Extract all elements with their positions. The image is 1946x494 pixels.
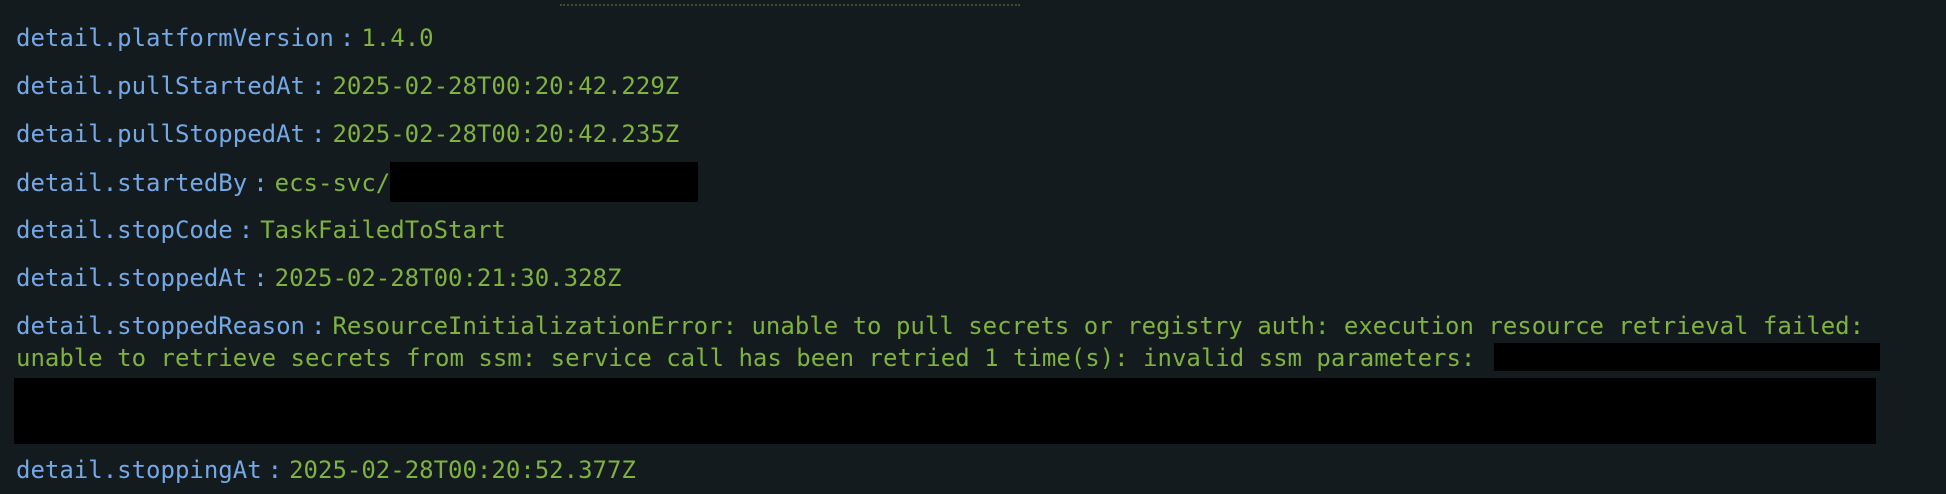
field-separator: : <box>339 24 355 52</box>
field-separator: : <box>310 72 326 100</box>
field-key[interactable]: detail.stoppingAt <box>16 456 262 484</box>
field-key[interactable]: detail.stopCode <box>16 216 233 244</box>
field-separator: : <box>253 264 268 292</box>
field-stop-code: detail.stopCode: TaskFailedToStart <box>16 214 506 246</box>
field-value: ecs-svc/ <box>274 169 391 197</box>
field-pull-stopped-at: detail.pullStoppedAt:2025-02-28T00:20:42… <box>16 118 679 150</box>
field-platform-version: detail.platformVersion:1.4.0 <box>16 22 434 54</box>
field-started-by: detail.startedBy: ecs-svc/ <box>16 162 699 202</box>
redaction-block <box>390 162 699 202</box>
field-key[interactable]: detail.stoppedAt <box>16 264 247 292</box>
field-separator: : <box>310 120 326 148</box>
field-value: 1.4.0 <box>361 24 434 52</box>
field-separator: : <box>267 456 283 484</box>
field-value-line-2: unable to retrieve secrets from ssm: ser… <box>16 344 1476 372</box>
clipped-previous-line <box>0 0 1946 6</box>
field-key[interactable]: detail.startedBy <box>16 169 247 197</box>
field-separator: : <box>310 312 326 340</box>
field-key[interactable]: detail.pullStartedAt <box>16 72 305 100</box>
field-key[interactable]: detail.stoppedReason <box>16 312 305 340</box>
field-pull-started-at: detail.pullStartedAt:2025-02-28T00:20:42… <box>16 70 679 102</box>
field-value: TaskFailedToStart <box>260 216 506 244</box>
field-value: 2025-02-28T00:20:52.377Z <box>289 456 636 484</box>
field-key[interactable]: detail.pullStoppedAt <box>16 120 305 148</box>
field-separator: : <box>238 216 254 244</box>
field-value: 2025-02-28T00:20:42.235Z <box>332 120 680 148</box>
clipped-text-fragment <box>560 0 1020 6</box>
field-stopped-at: detail.stoppedAt:2025-02-28T00:21:30.328… <box>16 262 621 294</box>
field-stopping-at: detail.stoppingAt:2025-02-28T00:20:52.37… <box>16 454 636 486</box>
field-separator: : <box>253 169 268 197</box>
redaction-block-large <box>14 378 1876 444</box>
field-value-line-1: ResourceInitializationError: unable to p… <box>332 312 1865 340</box>
field-stopped-reason: detail.stoppedReason: ResourceInitializat… <box>16 310 1896 374</box>
field-value: 2025-02-28T00:21:30.328Z <box>274 264 622 292</box>
field-key[interactable]: detail.platformVersion <box>16 24 334 52</box>
field-value: 2025-02-28T00:20:42.229Z <box>332 72 680 100</box>
redaction-block <box>1493 343 1880 371</box>
